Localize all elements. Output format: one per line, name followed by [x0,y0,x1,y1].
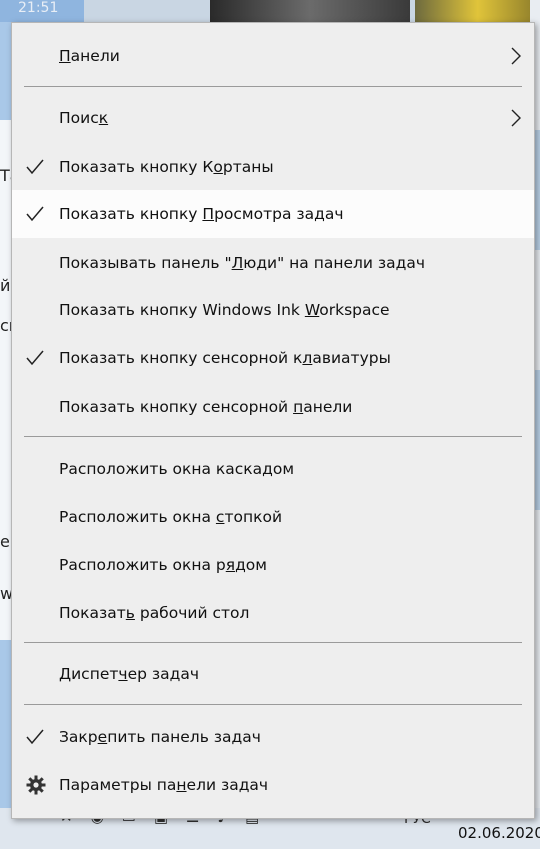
menu-item-label: Показать кнопку сенсорной клавиатуры [59,349,391,367]
menu-item-taskbar-settings[interactable]: Параметры панели задач [12,761,534,809]
menu-item-side-by-side[interactable]: Расположить окна рядом [12,541,534,589]
menu-item-label: Расположить окна каскадом [59,460,295,478]
menu-item-show-task-view[interactable]: Показать кнопку Просмотра задач [12,190,534,238]
menu-item-label: Показывать панель "Люди" на панели задач [59,254,426,272]
menu-item-label: Показать кнопку Кортаны [59,158,274,176]
menu-item-show-cortana[interactable]: Показать кнопку Кортаны [12,143,534,191]
menu-item-task-manager[interactable]: Диспетчер задач [12,650,534,698]
gear-icon [26,775,46,795]
menu-item-panels[interactable]: Панели [12,32,534,80]
menu-separator [24,86,522,87]
menu-item-label: Поиск [59,109,109,127]
menu-item-label: Расположить окна рядом [59,556,267,574]
menu-item-show-desktop[interactable]: Показать рабочий стол [12,589,534,637]
menu-item-cascade-windows[interactable]: Расположить окна каскадом [12,445,534,493]
menu-separator [24,642,522,643]
menu-item-label: Параметры панели задач [59,776,269,794]
checkmark-icon [26,159,44,175]
background-text-fragment: й [0,276,11,295]
menu-item-label: Панели [59,47,120,65]
menu-separator [24,436,522,437]
taskbar-context-menu: Панели Поиск Показать кнопку Кортаны Пок… [11,22,535,819]
checkmark-icon [26,350,44,366]
menu-item-label: Показать кнопку Просмотра задач [59,205,344,223]
menu-item-stack-windows[interactable]: Расположить окна стопкой [12,493,534,541]
menu-item-label: Показать рабочий стол [59,604,250,622]
menu-item-label: Диспетчер задач [59,665,199,683]
menu-item-search[interactable]: Поиск [12,94,534,142]
menu-item-label: Расположить окна стопкой [59,508,283,526]
menu-item-lock-taskbar[interactable]: Закрепить панель задач [12,713,534,761]
checkmark-icon [26,729,44,745]
menu-item-label: Показать кнопку сенсорной панели [59,398,353,416]
background-photo [415,0,540,22]
menu-item-show-windows-ink[interactable]: Показать кнопку Windows Ink Workspace [12,286,534,334]
background-photo [210,0,410,22]
menu-item-label: Показать кнопку Windows Ink Workspace [59,301,390,319]
menu-item-show-touchpad[interactable]: Показать кнопку сенсорной панели [12,383,534,431]
background-clock: 21:51 [18,0,59,16]
chevron-right-icon [511,109,521,127]
chevron-right-icon [511,47,521,65]
menu-item-label: Закрепить панель задач [59,728,261,746]
checkmark-icon [26,206,44,222]
background-text-fragment: е [0,532,10,551]
taskbar-date[interactable]: 02.06.2020 [458,824,540,842]
menu-separator [24,704,522,705]
menu-item-show-touch-keyboard[interactable]: Показать кнопку сенсорной клавиатуры [12,334,534,382]
menu-item-show-people[interactable]: Показывать панель "Люди" на панели задач [12,239,534,287]
